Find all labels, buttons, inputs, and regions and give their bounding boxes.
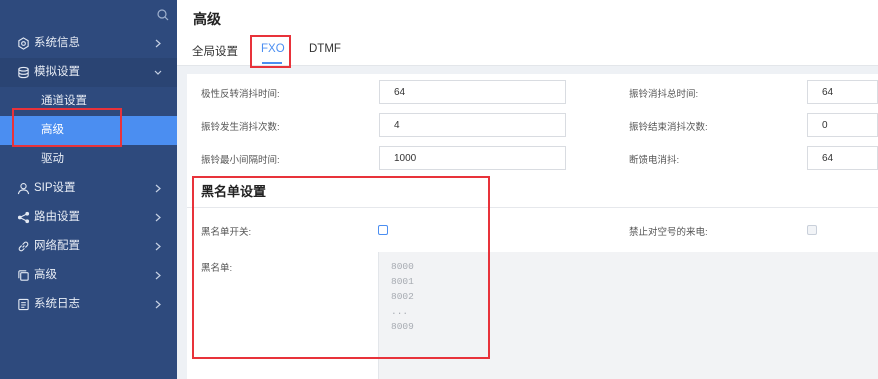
- sidebar: 系统信息 模拟设置 通道设置 高级 驱动 SIP设置 路由设置 网络配置 高级 …: [0, 0, 177, 379]
- ring-debounce-total-label: 振铃消抖总时间:: [629, 89, 699, 100]
- sidebar-item-system-log[interactable]: 系统日志: [0, 290, 177, 319]
- sidebar-item-label: 路由设置: [34, 211, 80, 223]
- chevron-right-icon: [155, 271, 161, 280]
- sidebar-item-label: 模拟设置: [34, 66, 80, 78]
- sidebar-item-label: 高级: [34, 269, 57, 281]
- section-divider: [187, 207, 878, 208]
- page-header: 高级 全局设置 FXO DTMF: [177, 0, 878, 66]
- placeholder-line: 8000: [391, 261, 414, 272]
- app-root: 系统信息 模拟设置 通道设置 高级 驱动 SIP设置 路由设置 网络配置 高级 …: [0, 0, 878, 379]
- chevron-down-icon: [154, 70, 162, 75]
- gear-icon: [18, 37, 29, 50]
- polarity-reversal-debounce-input[interactable]: [379, 80, 566, 104]
- search-icon[interactable]: [157, 9, 169, 21]
- sidebar-search[interactable]: [0, 0, 177, 29]
- sidebar-subitem-driver[interactable]: 驱动: [0, 145, 177, 174]
- sidebar-subitem-label: 驱动: [41, 153, 64, 165]
- ring-start-debounce-count-input[interactable]: [379, 113, 566, 137]
- page-title: 高级: [193, 11, 221, 27]
- blacklist-textarea[interactable]: 8000 8001 8002 ... 8009: [378, 252, 878, 379]
- sidebar-item-analog-settings[interactable]: 模拟设置: [0, 58, 177, 87]
- ring-debounce-total-input[interactable]: [807, 80, 878, 104]
- blacklist-section-title: 黑名单设置: [201, 184, 267, 199]
- copy-icon: [18, 270, 29, 281]
- link-icon: [18, 241, 29, 252]
- sidebar-subitem-advanced[interactable]: 高级: [0, 116, 177, 145]
- sidebar-item-sip-settings[interactable]: SIP设置: [0, 174, 177, 203]
- tab-global-settings[interactable]: 全局设置: [192, 43, 238, 59]
- main-content: 极性反转消抖时间: 振铃消抖总时间: 振铃发生消抖次数: 振铃结束消抖次数: 振…: [187, 74, 878, 379]
- placeholder-line: 8002: [391, 291, 414, 302]
- ring-end-debounce-count-label: 振铃结束消抖次数:: [629, 122, 708, 133]
- forbid-empty-number-call-checkbox[interactable]: [807, 225, 817, 235]
- chevron-right-icon: [155, 242, 161, 251]
- forbid-empty-number-call-label: 禁止对空号的来电:: [629, 227, 708, 238]
- ring-end-debounce-count-input[interactable]: [807, 113, 878, 137]
- user-icon: [17, 183, 30, 195]
- sidebar-subitem-label: 通道设置: [41, 95, 87, 107]
- sidebar-subitem-channel-settings[interactable]: 通道设置: [0, 87, 177, 116]
- sidebar-item-label: 网络配置: [34, 240, 80, 252]
- placeholder-line: 8009: [391, 321, 414, 332]
- log-icon: [18, 298, 29, 311]
- blacklist-switch-label: 黑名单开关:: [201, 227, 252, 238]
- ring-start-debounce-count-label: 振铃发生消抖次数:: [201, 122, 280, 133]
- polarity-reversal-debounce-label: 极性反转消抖时间:: [201, 89, 280, 100]
- sidebar-item-system-info[interactable]: 系统信息: [0, 29, 177, 58]
- sidebar-item-advanced[interactable]: 高级: [0, 261, 177, 290]
- ring-min-interval-label: 振铃最小间隔时间:: [201, 155, 280, 166]
- chevron-right-icon: [155, 39, 161, 48]
- chevron-right-icon: [155, 184, 161, 193]
- sidebar-item-label: 系统信息: [34, 37, 80, 49]
- share-icon: [17, 211, 30, 224]
- tab-fxo[interactable]: FXO: [261, 43, 285, 55]
- blacklist-label: 黑名单:: [201, 263, 233, 274]
- blacklist-switch-checkbox[interactable]: [378, 225, 388, 235]
- sidebar-item-route-settings[interactable]: 路由设置: [0, 203, 177, 232]
- active-tab-indicator: [262, 62, 282, 64]
- sidebar-item-label: 系统日志: [34, 298, 80, 310]
- sidebar-item-label: SIP设置: [34, 182, 76, 194]
- chevron-right-icon: [155, 300, 161, 309]
- ring-min-interval-input[interactable]: [379, 146, 566, 170]
- placeholder-line: ...: [391, 306, 409, 317]
- power-denial-debounce-input[interactable]: [807, 146, 878, 170]
- power-denial-debounce-label: 断馈电消抖:: [629, 155, 680, 166]
- chevron-right-icon: [155, 213, 161, 222]
- database-icon: [18, 66, 29, 79]
- sidebar-subitem-label: 高级: [41, 124, 64, 136]
- tab-dtmf[interactable]: DTMF: [309, 43, 341, 55]
- sidebar-item-network-config[interactable]: 网络配置: [0, 232, 177, 261]
- placeholder-line: 8001: [391, 276, 414, 287]
